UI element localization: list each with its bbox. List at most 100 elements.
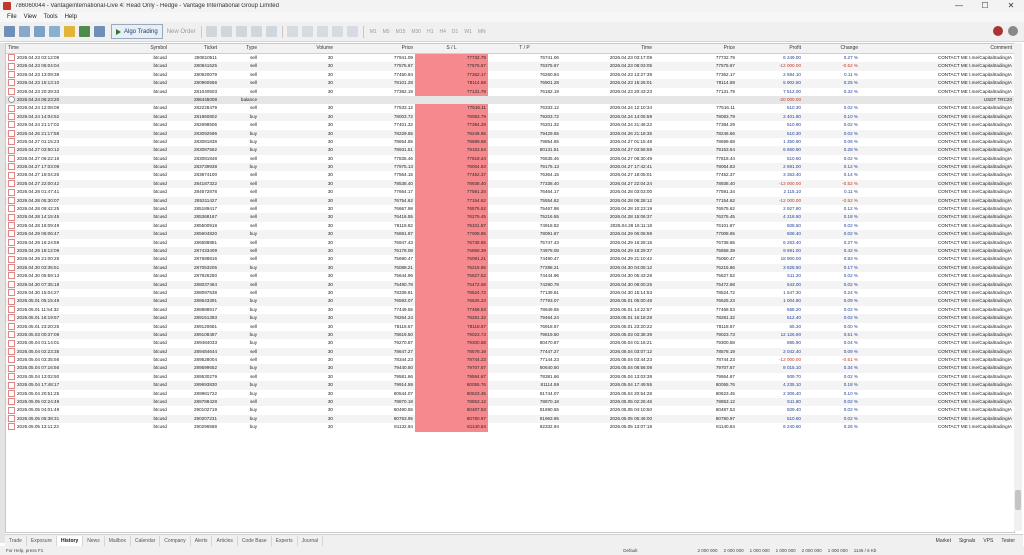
- tab-history[interactable]: History: [57, 535, 84, 546]
- table-row[interactable]: 2026.05.01 05:15:49 btcusd 288643391 buy 30 7…: [6, 297, 1014, 306]
- col-ticket[interactable]: Ticket: [169, 44, 219, 53]
- timeframe-m30[interactable]: M30: [411, 29, 421, 35]
- table-row[interactable]: 2026.04.23 20:39:33 btcusd 281040503 sell 30…: [6, 87, 1014, 96]
- timeframe-m15[interactable]: M15: [396, 29, 406, 35]
- table-row[interactable]: 2026.05.04 07:16:56 btcusd 289599652 buy 30 7…: [6, 364, 1014, 373]
- tab-code-base[interactable]: Code Base: [238, 535, 272, 546]
- col-change[interactable]: Change: [803, 44, 860, 53]
- table-row[interactable]: 2026.04.28 05:30:07 btcusd 285311427 sell 30…: [6, 196, 1014, 206]
- crosshair-icon[interactable]: [286, 26, 298, 37]
- col-tp[interactable]: T / P: [488, 44, 561, 53]
- table-row[interactable]: 2026.04.27 06:22:16 btcusd 283081848 sell 30…: [6, 154, 1014, 164]
- table-row[interactable]: 2026.04.29 18:12:09 btcusd 287433409 sell 30…: [6, 246, 1014, 256]
- menu-file[interactable]: File: [7, 14, 17, 20]
- col-sl[interactable]: S / L: [415, 44, 488, 53]
- minimize-button[interactable]: —: [946, 0, 972, 12]
- col-symbol[interactable]: Symbol: [119, 44, 169, 53]
- col-profit[interactable]: Profit: [737, 44, 803, 53]
- vertical-line-icon[interactable]: [301, 26, 313, 37]
- table-row[interactable]: 2026.05.05 02:24:49 btcusd 289788428 sell 30…: [6, 398, 1014, 407]
- col-volume[interactable]: Volume: [259, 44, 335, 53]
- timeframe-w1[interactable]: W1: [464, 29, 472, 35]
- menu-view[interactable]: View: [24, 14, 37, 20]
- table-row[interactable]: 2026.04.27 01:15:23 btcusd 283081838 buy 30 7…: [6, 137, 1014, 147]
- account-icon[interactable]: [1008, 26, 1018, 36]
- table-row[interactable]: 2026.05.04 13:02:50 btcusd 289530279 sell 30…: [6, 372, 1014, 382]
- table-row[interactable]: 2026.04.24 14:04:52 btcusd 281860802 buy 30 7…: [6, 112, 1014, 122]
- table-row[interactable]: 2026.05.05 13:11:23 btcusd 290296588 buy 30 8…: [6, 423, 1014, 432]
- tab-company[interactable]: Company: [160, 535, 191, 546]
- new-chart-icon[interactable]: [4, 26, 15, 37]
- table-row[interactable]: 2026.05.01 11:54:32 btcusd 288888917 buy 30 7…: [6, 305, 1014, 315]
- zoom-in-icon[interactable]: [250, 26, 262, 37]
- data-window-icon[interactable]: [79, 26, 90, 37]
- timeframe-m5[interactable]: M5: [383, 29, 390, 35]
- table-row[interactable]: 2026.04.28 14:15:45 btcusd 285368167 sell 30…: [6, 213, 1014, 222]
- profiles-icon[interactable]: [19, 26, 30, 37]
- table-row[interactable]: 2026.05.04 17:48:17 btcusd 289693830 buy 30 7…: [6, 381, 1014, 390]
- notification-icon[interactable]: [993, 26, 1003, 36]
- table-row[interactable]: 2026.04.28 09:42:25 btcusd 285189417 sell 30…: [6, 205, 1014, 214]
- table-row[interactable]: 2026.04.27 03:50:12 btcusd 283087562 buy 30 7…: [6, 146, 1014, 155]
- metaeditor-icon[interactable]: [94, 26, 105, 37]
- timeframe-mn[interactable]: MN: [478, 29, 486, 35]
- close-button[interactable]: ✕: [998, 0, 1024, 12]
- table-row[interactable]: 2026.04.30 07:35:18 btcusd 288037464 sell 30…: [6, 280, 1014, 289]
- zoom-out-icon[interactable]: [265, 26, 277, 37]
- menu-tools[interactable]: Tools: [44, 14, 58, 20]
- text-icon[interactable]: [346, 26, 358, 37]
- col-comment[interactable]: Comment: [860, 44, 1014, 53]
- algo-trading-button[interactable]: Algo Trading: [111, 24, 163, 39]
- table-row[interactable]: 2026.05.01 23:20:25 btcusd 289120681 sell 30…: [6, 322, 1014, 331]
- tab-calendar[interactable]: Calendar: [131, 535, 161, 546]
- table-row[interactable]: 2026.04.28 16:09:49 btcusd 285500918 sell 30…: [6, 221, 1014, 231]
- table-row[interactable]: 2026.05.04 02:23:35 btcusd 289484644 sell 30…: [6, 347, 1014, 357]
- table-row[interactable]: 2026.04.27 18:04:26 btcusd 283874100 sell 30…: [6, 171, 1014, 180]
- table-row[interactable]: 2026.04.26 21:17:58 btcusd 283092596 buy 30 7…: [6, 129, 1014, 138]
- col-price[interactable]: Price: [335, 44, 415, 53]
- navigator-icon[interactable]: [49, 26, 60, 37]
- candlestick-icon[interactable]: [220, 26, 232, 37]
- table-row[interactable]: 2026.04.29 16:24:59 btcusd 286588881 sell 30…: [6, 238, 1014, 247]
- tab-trade[interactable]: Trade: [5, 535, 27, 546]
- table-row[interactable]: 2026.05.04 03:35:56 btcusd 289528004 sell 30…: [6, 356, 1014, 365]
- tab-mailbox[interactable]: Mailbox: [105, 535, 131, 546]
- table-row[interactable]: 2026.04.23 15:13:10 btcusd 280960556 sell 30…: [6, 79, 1014, 88]
- signals-button[interactable]: Signals: [959, 538, 975, 544]
- horizontal-line-icon[interactable]: [316, 26, 328, 37]
- col-close-price[interactable]: Price: [654, 44, 737, 53]
- timeframe-d1[interactable]: D1: [452, 29, 458, 35]
- table-row[interactable]: 2026.05.05 05:38:31 btcusd 290207231 buy 30 8…: [6, 414, 1014, 424]
- timeframe-m1[interactable]: M1: [370, 29, 377, 35]
- col-type[interactable]: Type: [219, 44, 259, 53]
- table-row[interactable]: 2026.04.30 03:35:51 btcusd 287053205 buy 30 7…: [6, 263, 1014, 273]
- tab-exposure[interactable]: Exposure: [27, 535, 58, 546]
- table-row[interactable]: 2026.04.27 17:03:09 btcusd 283739938 buy 30 7…: [6, 163, 1014, 172]
- market-button[interactable]: Market: [936, 538, 951, 544]
- tester-button[interactable]: Tester: [1001, 538, 1015, 544]
- scrollbar-thumb[interactable]: [1015, 490, 1021, 510]
- table-row[interactable]: 2026.04.24 06:23:20 286445008 balance -20 0…: [6, 95, 1014, 105]
- tab-alerts[interactable]: Alerts: [191, 535, 213, 546]
- timeframe-h1[interactable]: H1: [427, 29, 433, 35]
- new-order-button[interactable]: New Order: [167, 29, 196, 35]
- table-row[interactable]: 2026.04.30 15:04:27 btcusd 288097538 sell 30…: [6, 288, 1014, 298]
- table-row[interactable]: 2026.04.24 21:17:02 btcusd 282698506 sell 30…: [6, 121, 1014, 130]
- table-row[interactable]: 2026.04.23 03:12:09 btcusd 280810511 sell 30…: [6, 54, 1014, 63]
- table-row[interactable]: 2026.05.05 04:01:49 btcusd 290102719 buy 30 8…: [6, 406, 1014, 415]
- col-close-time[interactable]: Time: [561, 44, 654, 53]
- timeframe-h4[interactable]: H4: [440, 29, 446, 35]
- table-row[interactable]: 2026.04.29 06:06:47 btcusd 285604820 buy 30 7…: [6, 230, 1014, 239]
- table-row[interactable]: 2026.04.28 01:47:41 btcusd 284672878 sell 30…: [6, 188, 1014, 197]
- tab-journal[interactable]: Journal: [298, 535, 323, 546]
- table-row[interactable]: 2026.04.23 06:04:04 btcusd 280841525 sell 30…: [6, 62, 1014, 71]
- table-row[interactable]: 2026.05.04 20:51:25 btcusd 289981722 buy 30 8…: [6, 389, 1014, 399]
- table-row[interactable]: 2026.04.23 13:09:38 btcusd 280920079 sell 30…: [6, 70, 1014, 80]
- menu-help[interactable]: Help: [65, 14, 77, 20]
- vertical-scrollbar[interactable]: [1014, 43, 1022, 531]
- table-row[interactable]: 2026.05.03 00:37:08 btcusd 289108487 buy 30 7…: [6, 330, 1014, 340]
- table-row[interactable]: 2026.05.04 01:14:01 btcusd 289484033 buy 30 7…: [6, 339, 1014, 348]
- table-row[interactable]: 2026.04.29 21:00:26 btcusd 287688816 sell 30…: [6, 255, 1014, 264]
- tab-experts[interactable]: Experts: [272, 535, 298, 546]
- strategy-tester-icon[interactable]: [64, 26, 75, 37]
